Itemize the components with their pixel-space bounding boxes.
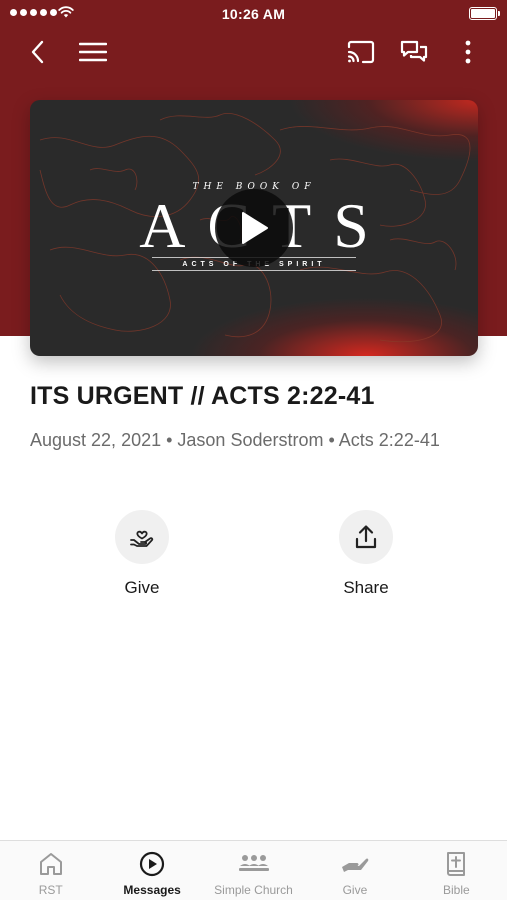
more-button[interactable] xyxy=(450,34,486,70)
more-vertical-icon xyxy=(465,40,471,64)
share-upload-icon xyxy=(355,525,377,549)
chevron-left-icon xyxy=(31,40,44,64)
tab-rst[interactable]: RST xyxy=(0,841,101,900)
home-icon xyxy=(39,853,62,875)
play-button[interactable] xyxy=(215,189,293,267)
giving-hand-icon xyxy=(341,858,369,872)
bible-icon xyxy=(447,852,466,876)
message-title: ITS URGENT // ACTS 2:22-41 xyxy=(30,382,375,410)
tab-messages[interactable]: Messages xyxy=(101,841,202,900)
tab-simple-church[interactable]: Simple Church xyxy=(203,841,304,900)
status-time: 10:26 AM xyxy=(221,6,286,22)
give-action-circle[interactable] xyxy=(115,510,169,564)
chat-button[interactable] xyxy=(396,34,432,70)
tab-rst-label: RST xyxy=(38,883,63,897)
battery-icon xyxy=(469,7,500,20)
tab-give-label: Give xyxy=(342,883,368,897)
share-action-button[interactable]: Share xyxy=(306,510,426,598)
share-action-label: Share xyxy=(343,578,389,597)
share-action-circle[interactable] xyxy=(339,510,393,564)
cast-icon xyxy=(347,40,375,64)
bottom-tab-bar: RST Messages Simple Church Give Bible xyxy=(0,840,507,900)
cast-button[interactable] xyxy=(343,34,379,70)
menu-button[interactable] xyxy=(75,34,111,70)
tab-messages-label: Messages xyxy=(123,883,181,897)
status-bar: 10:26 AM xyxy=(0,0,507,28)
back-button[interactable] xyxy=(20,34,56,70)
sermon-artwork[interactable]: THE BOOK OF ACTS ACTS OF THE SPIRIT xyxy=(30,100,478,356)
give-action-button[interactable]: Give xyxy=(82,510,202,598)
play-icon xyxy=(242,212,268,244)
people-group-icon xyxy=(238,855,269,871)
give-action-label: Give xyxy=(124,578,160,597)
hamburger-menu-icon xyxy=(79,42,107,62)
artwork-rule-bottom xyxy=(152,270,356,271)
tab-give[interactable]: Give xyxy=(304,841,405,900)
chat-bubbles-icon xyxy=(400,40,428,62)
heart-hand-icon xyxy=(130,530,154,547)
tab-simple-church-label: Simple Church xyxy=(214,883,293,897)
tab-bible-label: Bible xyxy=(442,883,470,897)
message-meta: August 22, 2021 • Jason Soderstrom • Act… xyxy=(30,430,440,450)
play-circle-icon xyxy=(140,851,165,877)
tab-bible[interactable]: Bible xyxy=(406,841,507,900)
